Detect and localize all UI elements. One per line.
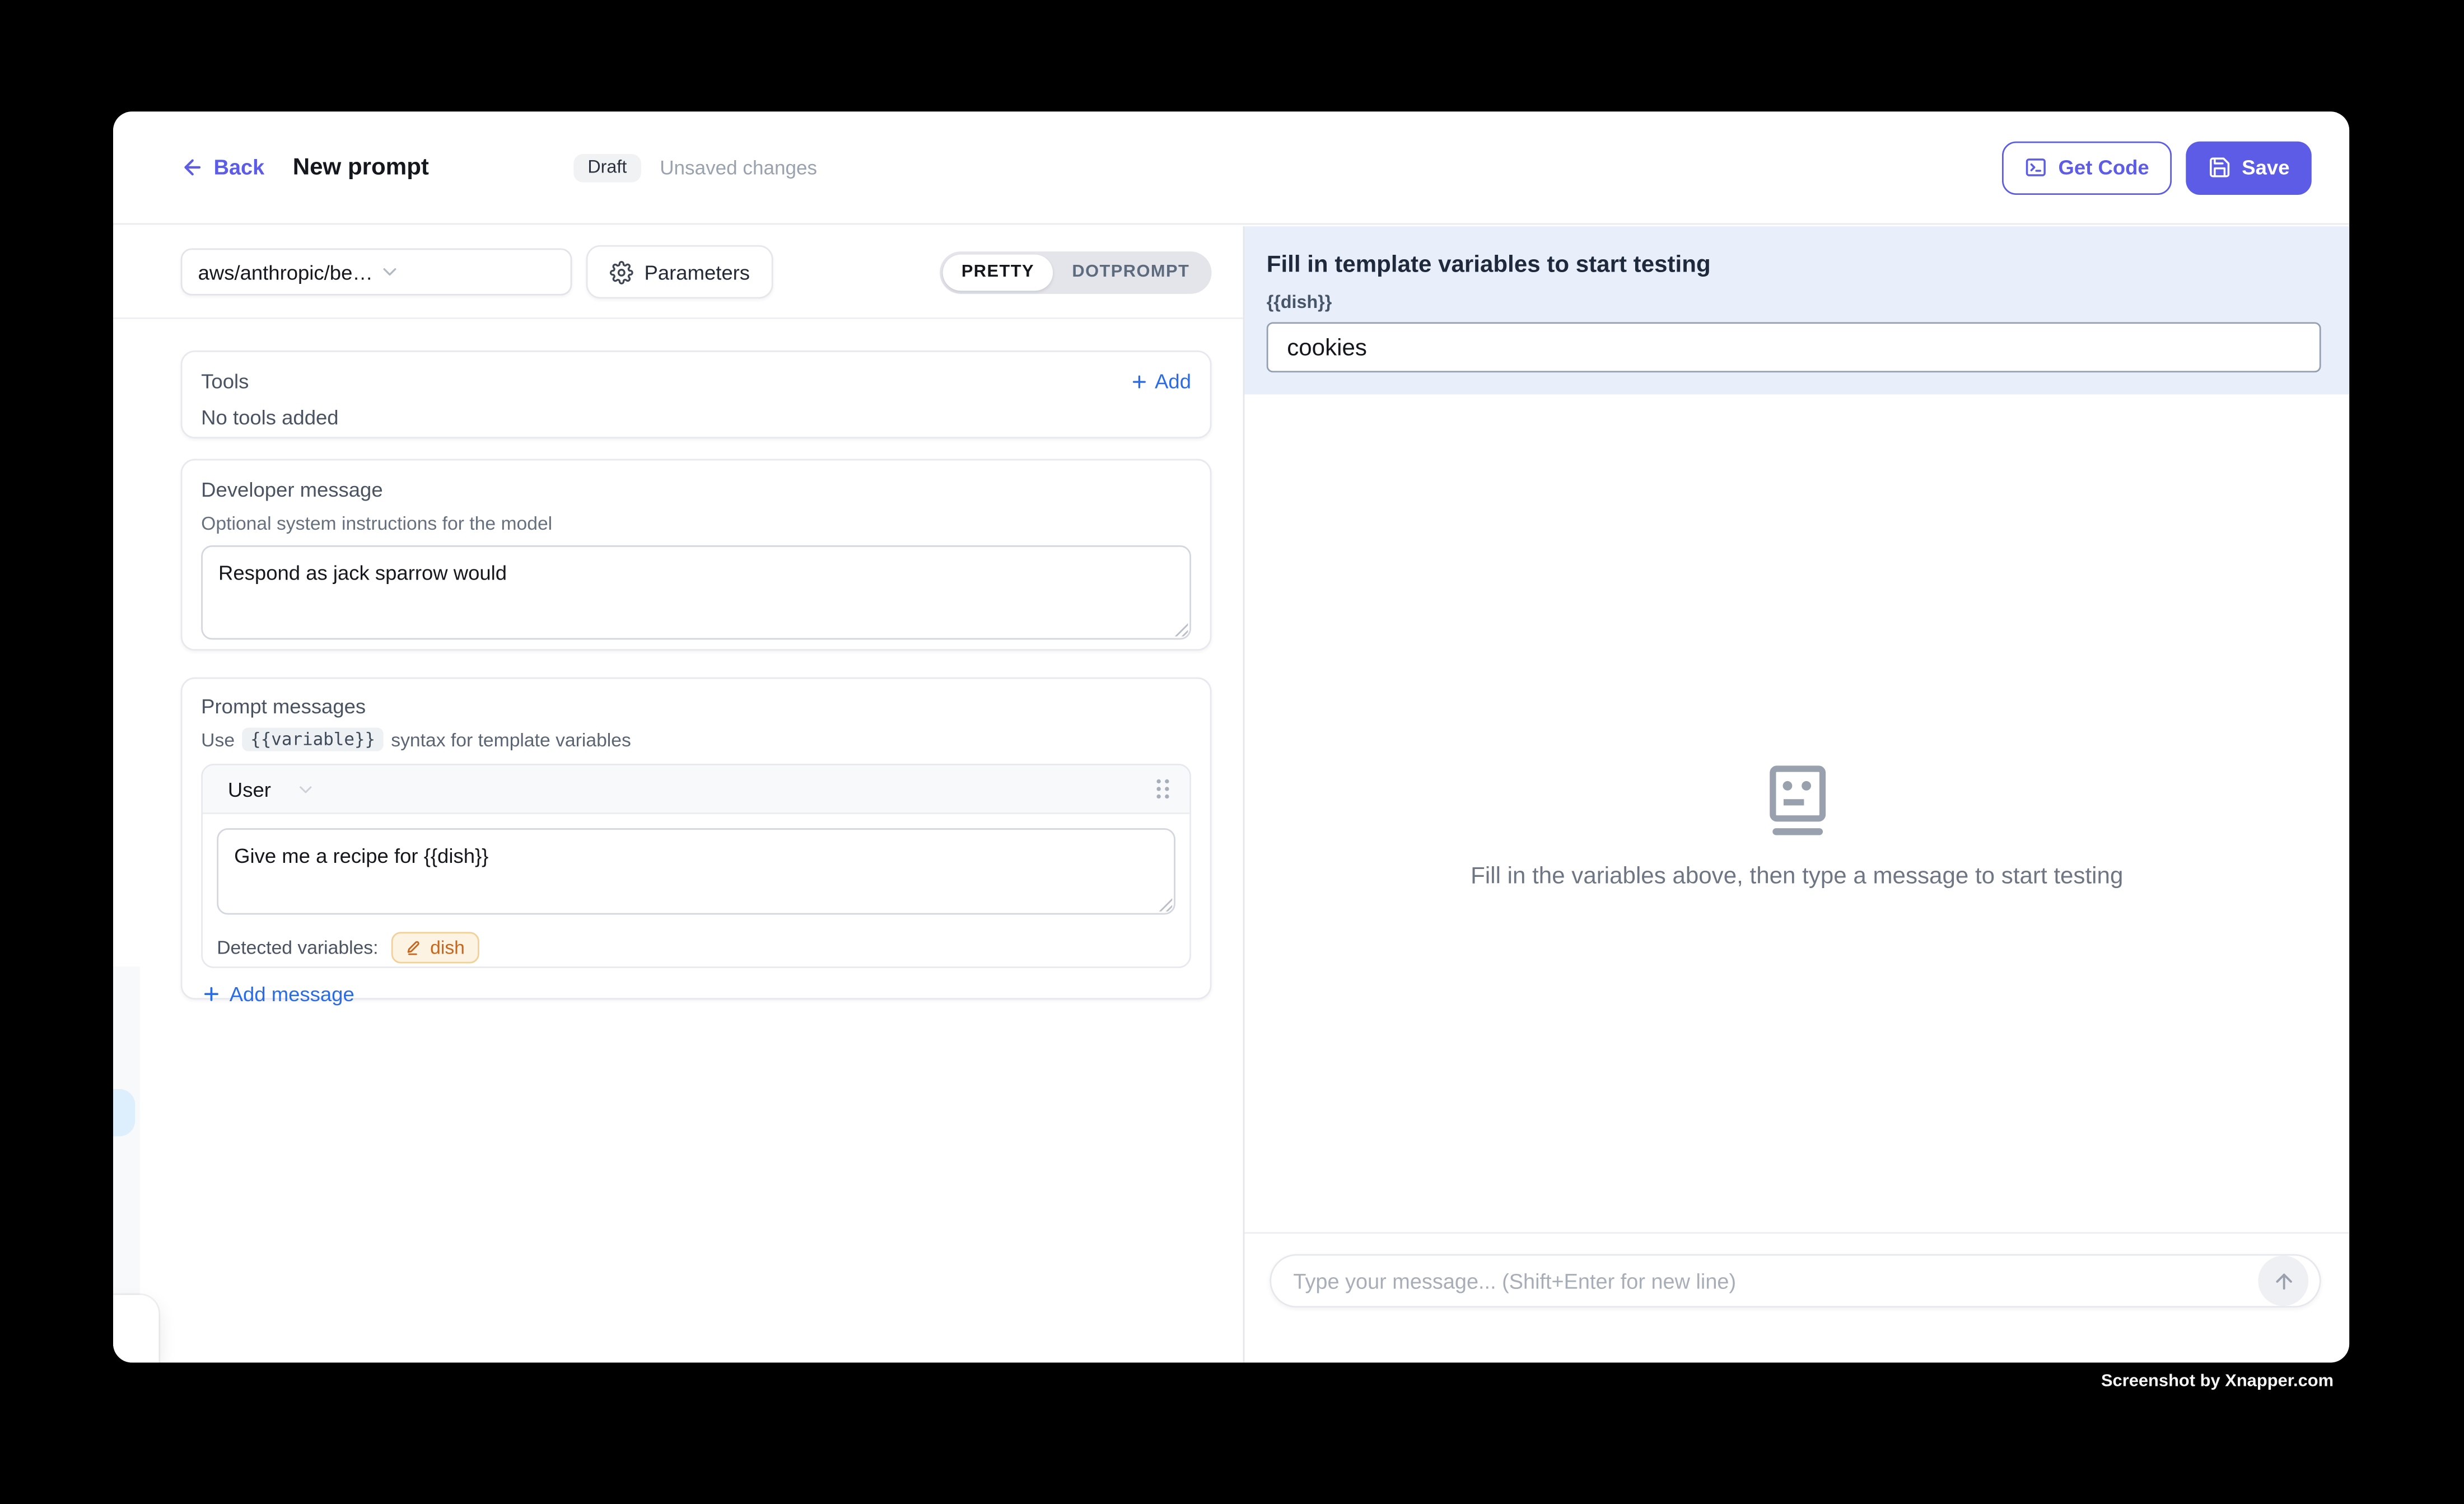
gear-icon [610, 260, 633, 284]
tools-title: Tools [201, 370, 249, 393]
model-selector[interactable]: aws/anthropic/bedrock-claude-3-5-s... [181, 248, 572, 295]
tester-panel: Fill in template variables to start test… [1244, 226, 2349, 1362]
save-button[interactable]: Save [2185, 141, 2312, 194]
chevron-down-icon [378, 261, 558, 283]
developer-message-input[interactable]: Respond as jack sparrow would [201, 545, 1191, 639]
prompt-messages-title: Prompt messages [201, 695, 1191, 718]
variable-name-label: {{dish}} [1267, 294, 2321, 313]
message-header: User [203, 765, 1189, 814]
toggle-dotprompt[interactable]: DOTPROMPT [1053, 254, 1208, 290]
add-message-label: Add message [230, 982, 354, 1006]
tester-empty-state: Fill in the variables above, then type a… [1244, 765, 2349, 890]
tester-empty-text: Fill in the variables above, then type a… [1471, 863, 2123, 890]
send-message-button[interactable] [2258, 1256, 2308, 1306]
variable-badge-dish[interactable]: dish [391, 932, 479, 963]
robot-face-icon [1768, 765, 1825, 838]
variable-fill-section: Fill in template variables to start test… [1244, 226, 2349, 394]
parameters-label: Parameters [645, 260, 750, 284]
main-content: aws/anthropic/bedrock-claude-3-5-s... Pa… [113, 226, 2349, 1362]
chevron-down-icon [296, 779, 316, 799]
editor-cards: Tools Add No tools added Devel [113, 319, 1243, 999]
top-bar: Back New prompt Draft Unsaved changes Ge… [113, 111, 2349, 225]
add-message-button[interactable]: Add message [201, 982, 354, 1006]
message-role-selector[interactable]: User [228, 777, 316, 801]
developer-message-subtitle: Optional system instructions for the mod… [201, 512, 1191, 534]
plus-icon [1130, 372, 1149, 391]
arrow-up-icon [2271, 1269, 2295, 1292]
variable-syntax-chip: {{variable}} [242, 727, 383, 751]
back-button[interactable]: Back [181, 156, 265, 179]
variable-fill-title: Fill in template variables to start test… [1267, 251, 2321, 278]
get-code-button[interactable]: Get Code [2002, 141, 2171, 194]
chat-divider [1244, 1232, 2349, 1234]
variable-badge-label: dish [430, 937, 465, 959]
developer-message-card: Developer message Optional system instru… [181, 459, 1212, 651]
detected-variables-row: Detected variables: dish [217, 932, 1175, 963]
get-code-label: Get Code [2059, 156, 2149, 179]
back-label: Back [214, 156, 265, 179]
screenshot-stage: Back New prompt Draft Unsaved changes Ge… [0, 0, 2464, 1504]
developer-message-title: Developer message [201, 478, 1191, 501]
watermark-text: Screenshot by Xnapper.com [2101, 1372, 2334, 1391]
app-window: Back New prompt Draft Unsaved changes Ge… [113, 111, 2349, 1362]
unsaved-changes-label: Unsaved changes [660, 156, 817, 178]
model-selector-value: aws/anthropic/bedrock-claude-3-5-s... [198, 260, 378, 284]
status-badge: Draft [573, 153, 641, 182]
save-label: Save [2242, 156, 2289, 179]
model-toolbar: aws/anthropic/bedrock-claude-3-5-s... Pa… [113, 226, 1243, 319]
top-bar-actions: Get Code Save [2002, 141, 2312, 194]
toggle-pretty[interactable]: PRETTY [942, 254, 1053, 290]
tools-empty-text: No tools added [201, 405, 1191, 429]
chat-input-row [1270, 1254, 2321, 1307]
hint-prefix: Use [201, 728, 235, 750]
message-role-value: User [228, 777, 271, 801]
arrow-left-icon [181, 156, 204, 179]
add-tool-label: Add [1155, 370, 1191, 393]
detected-variables-label: Detected variables: [217, 937, 378, 959]
add-tool-button[interactable]: Add [1130, 370, 1191, 393]
edit-pencil-icon [405, 939, 422, 956]
prompt-messages-card: Prompt messages Use {{variable}} syntax … [181, 678, 1212, 999]
variable-value-input[interactable] [1267, 322, 2321, 372]
parameters-button[interactable]: Parameters [586, 245, 773, 298]
format-toggle: PRETTY DOTPROMPT [940, 251, 1212, 293]
message-content-input[interactable]: Give me a recipe for {{dish}} [217, 828, 1175, 914]
chat-message-input[interactable] [1270, 1254, 2321, 1307]
plus-icon [201, 984, 221, 1004]
template-syntax-hint: Use {{variable}} syntax for template var… [201, 727, 1191, 751]
popover-fragment [113, 1295, 158, 1363]
sidebar-active-item-fragment [113, 1089, 135, 1136]
page-title: New prompt [293, 154, 429, 181]
drag-handle-icon[interactable] [1152, 777, 1174, 802]
save-icon [2208, 156, 2231, 179]
prompt-editor-panel: aws/anthropic/bedrock-claude-3-5-s... Pa… [113, 226, 1244, 1362]
terminal-icon [2024, 156, 2047, 179]
tools-card: Tools Add No tools added [181, 351, 1212, 438]
message-block: User Give me a recipe for [201, 764, 1191, 968]
hint-suffix: syntax for template variables [391, 728, 631, 750]
